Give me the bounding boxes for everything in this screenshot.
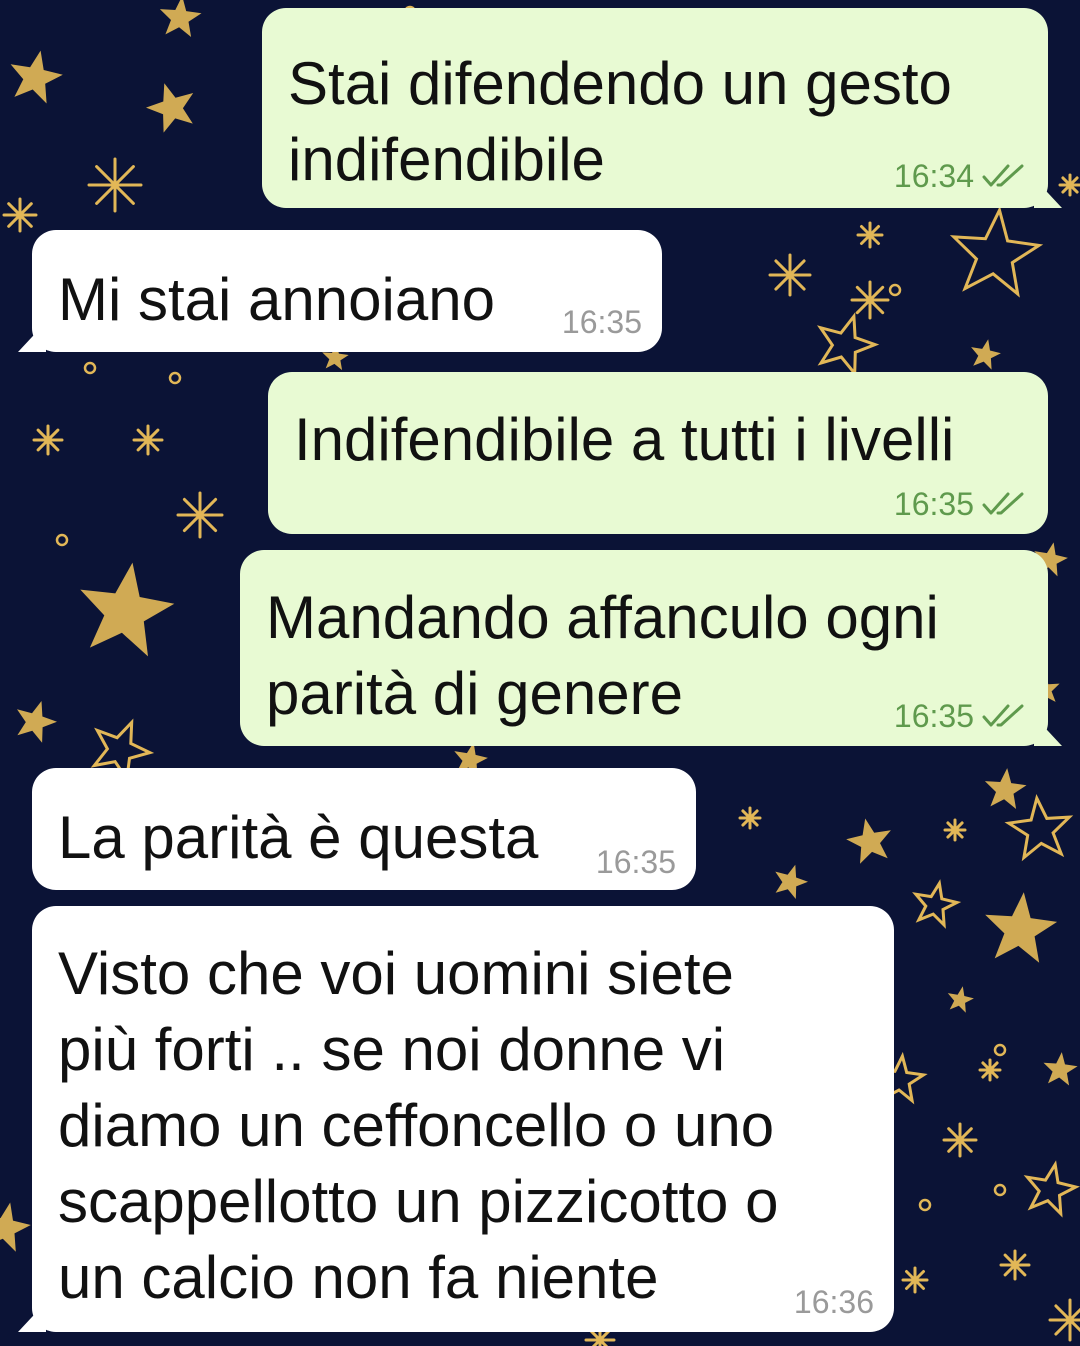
- message-time: 16:35: [561, 304, 642, 340]
- message-time: 16:35: [595, 844, 676, 880]
- message-bubble-incoming[interactable]: Mi stai annoiano 16:35: [18, 230, 662, 352]
- message-bubble-incoming[interactable]: Visto che voi uomini siete più forti .. …: [18, 906, 894, 1332]
- message-time: 16:35: [893, 486, 974, 522]
- double-check-icon: [982, 703, 1028, 729]
- message-text: Indifendibile a tutti i livelli: [294, 406, 955, 473]
- message-time: 16:35: [893, 698, 974, 734]
- message-bubble-outgoing[interactable]: Stai difendendo un gesto indifendibile 1…: [262, 8, 1062, 208]
- message-bubble-outgoing[interactable]: Mandando affanculo ogni parità di genere…: [240, 550, 1062, 746]
- message-time: 16:36: [793, 1284, 874, 1320]
- double-check-icon: [982, 491, 1028, 517]
- message-time: 16:34: [893, 158, 974, 194]
- message-text: Mi stai annoiano: [58, 266, 495, 333]
- double-check-icon: [982, 163, 1028, 189]
- message-bubble-outgoing[interactable]: Indifendibile a tutti i livelli 16:35: [268, 372, 1048, 534]
- message-bubble-incoming[interactable]: La parità è questa 16:35: [32, 768, 696, 890]
- message-text: La parità è questa: [58, 804, 539, 871]
- message-text: Visto che voi uomini siete più forti .. …: [58, 940, 779, 1311]
